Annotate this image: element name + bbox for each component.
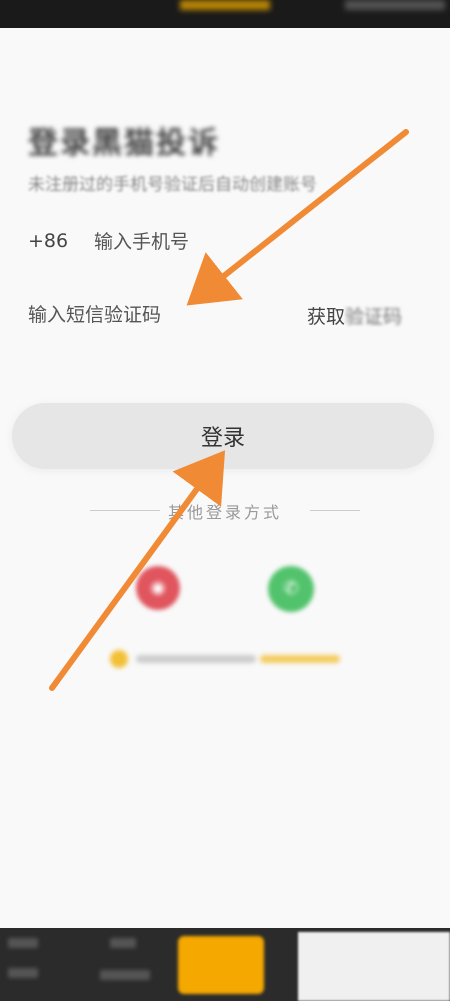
weibo-icon: ◉ [150,577,166,598]
page-title: 登录黑猫投诉 [28,126,220,161]
page-subtitle: 未注册过的手机号验证后自动创建账号 [28,175,317,195]
other-login-divider: 其他登录方式 [90,499,360,522]
agreement-checkbox[interactable] [110,650,128,668]
get-code-button[interactable]: 获取验证码 [307,302,402,329]
wechat-icon: ✆ [283,578,299,599]
country-code[interactable]: +86 [28,230,68,252]
get-code-label-suffix: 验证码 [345,306,403,328]
toolbar-active-item[interactable] [178,936,264,994]
status-bar-title [180,0,270,10]
toolbar-item[interactable] [8,938,38,948]
wechat-login-button[interactable]: ✆ [268,566,314,612]
agreement-link[interactable] [260,655,340,663]
toolbar-item[interactable] [8,968,38,978]
status-bar [0,0,450,28]
login-button[interactable]: 登录 [12,403,434,469]
phone-input[interactable] [92,227,336,257]
agreement-checkbox-row[interactable] [110,648,340,670]
watermark [298,932,450,1001]
weibo-login-button[interactable]: ◉ [136,566,180,610]
other-login-label: 其他登录方式 [168,503,283,522]
divider-line-right [310,510,360,511]
toolbar-item[interactable] [110,938,136,948]
sms-code-input[interactable] [28,300,278,330]
arrow-to-code-input [186,129,409,306]
toolbar-item[interactable] [100,970,150,980]
status-bar-right [345,0,445,10]
agreement-text [136,655,256,663]
get-code-label: 获取 [307,306,346,328]
divider-line-left [90,510,160,511]
